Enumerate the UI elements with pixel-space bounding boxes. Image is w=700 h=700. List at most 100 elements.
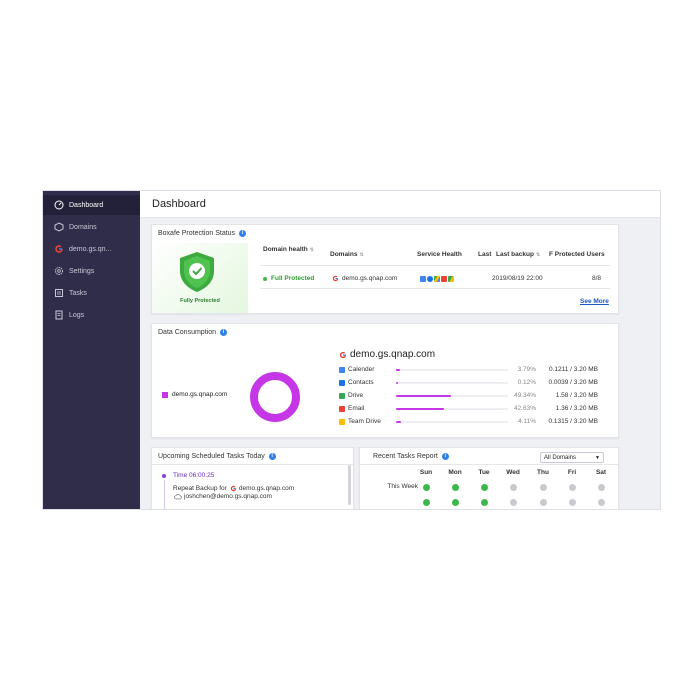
recent-tasks-card: Recent Tasks Report i All Domains ▼ Sun M…: [359, 447, 619, 509]
protection-badge-label: Fully Protected: [180, 298, 220, 304]
sidebar: Dashboard Domains demo.gs.qn... Settings…: [43, 191, 140, 509]
info-icon[interactable]: i: [239, 230, 247, 237]
status-dot-icon: [263, 276, 267, 281]
column-label: Domains: [330, 251, 358, 258]
google-icon: [332, 275, 339, 282]
no-task-icon[interactable]: [539, 484, 547, 491]
google-icon: [339, 351, 347, 358]
column-label: Domain health: [263, 246, 308, 253]
domains-icon: [53, 222, 64, 233]
sidebar-item-dashboard[interactable]: Dashboard: [43, 195, 140, 215]
no-task-icon[interactable]: [568, 484, 576, 491]
usage-percent: 49.34%: [513, 392, 536, 399]
service-name: Calender: [348, 366, 375, 373]
day-header: Sun: [419, 469, 433, 476]
success-check-icon[interactable]: [480, 484, 488, 491]
no-task-icon[interactable]: [509, 499, 517, 506]
tasks-icon: [53, 288, 64, 299]
task-prefix: Repeat Backup for: [173, 485, 227, 492]
dashboard-icon: [53, 200, 64, 211]
upcoming-tasks-card: Upcoming Scheduled Tasks Today i Time 06…: [151, 447, 354, 509]
usage-percent: 0.12%: [517, 379, 536, 386]
task-domain: demo.gs.qnap.com: [238, 485, 295, 492]
info-icon[interactable]: i: [441, 453, 449, 460]
column-service-health[interactable]: Service Health: [417, 250, 462, 259]
usage-amount: 0.0039 / 3.20 MB: [548, 379, 598, 386]
success-check-icon[interactable]: [451, 484, 459, 491]
usage-amount: 0.1211 / 3.20 MB: [548, 366, 598, 373]
sort-icon[interactable]: ⇅: [310, 247, 314, 253]
column-last[interactable]: Last: [478, 250, 491, 259]
usage-bar-track: [396, 369, 508, 371]
app-window: Dashboard Domains demo.gs.qn... Settings…: [42, 190, 661, 510]
task-description[interactable]: Repeat Backup for demo.gs.qnap.com: [173, 485, 294, 492]
no-task-icon[interactable]: [597, 484, 605, 491]
column-last-backup[interactable]: Last backup ⇅: [496, 250, 540, 260]
calendar-icon: [420, 276, 426, 282]
domain-text: demo.gs.qnap.com: [342, 275, 398, 282]
usage-amount: 0.1315 / 3.20 MB: [548, 418, 598, 425]
usage-percent: 42.63%: [513, 405, 536, 412]
day-header: Wed: [506, 469, 520, 476]
google-icon: [53, 244, 64, 255]
success-check-icon[interactable]: [480, 499, 488, 506]
column-protected-users[interactable]: F Protected Users: [549, 250, 605, 259]
sort-icon[interactable]: ⇅: [536, 252, 540, 258]
sort-icon[interactable]: ⇅: [359, 252, 363, 258]
domain-cell[interactable]: demo.gs.qnap.com: [332, 275, 397, 282]
divider: [260, 288, 610, 289]
donut-chart: [250, 372, 300, 422]
day-header: Fri: [567, 469, 577, 476]
chevron-down-icon: ▼: [595, 454, 600, 461]
column-domains[interactable]: Domains ⇅: [330, 250, 364, 260]
usage-bar-track: [396, 395, 508, 397]
sidebar-item-domains[interactable]: Domains: [43, 217, 140, 237]
sidebar-item-demo-domain[interactable]: demo.gs.qn...: [43, 239, 140, 259]
sidebar-item-logs[interactable]: Logs: [43, 305, 140, 325]
protection-badge-panel: Fully Protected: [152, 243, 248, 313]
service-name: Team Drive: [348, 418, 381, 425]
sidebar-item-label: Logs: [69, 311, 85, 319]
column-domain-health[interactable]: Domain health ⇅: [263, 245, 315, 255]
no-task-icon[interactable]: [597, 499, 605, 506]
no-task-icon[interactable]: [509, 484, 517, 491]
protection-title: Boxafe Protection Status: [158, 230, 236, 237]
divider: [360, 464, 618, 465]
timeline-dot-icon: [162, 474, 166, 478]
shield-check-icon: [180, 252, 214, 292]
info-icon[interactable]: i: [268, 453, 276, 460]
scrollbar[interactable]: [348, 465, 351, 505]
no-task-icon[interactable]: [568, 499, 576, 506]
consumption-title: Data Consumption: [158, 329, 216, 336]
status-text: Full Protected: [271, 275, 315, 282]
divider: [152, 464, 353, 465]
domain-filter-value: All Domains: [544, 454, 577, 461]
usage-bar-fill: [396, 395, 452, 397]
last-backup-value: 2019/08/19 22:00: [492, 275, 543, 282]
info-icon[interactable]: i: [219, 329, 227, 336]
calendar-icon: [339, 367, 345, 373]
card-title: Boxafe Protection Status i: [158, 230, 247, 237]
service-name: Drive: [348, 392, 364, 399]
service-name: Contacts: [348, 379, 374, 386]
sidebar-item-settings[interactable]: Settings: [43, 261, 140, 281]
team-drive-icon: [339, 419, 345, 425]
usage-bar-fill: [396, 421, 401, 423]
gmail-icon: [441, 276, 447, 282]
success-check-icon[interactable]: [422, 484, 430, 491]
success-check-icon[interactable]: [422, 499, 430, 506]
see-more-link[interactable]: See More: [580, 298, 609, 305]
domain-filter-select[interactable]: All Domains ▼: [540, 452, 604, 463]
usage-amount: 1.58 / 3.20 MB: [555, 392, 598, 399]
drive-icon: [339, 393, 345, 399]
usage-percent: 4.11%: [518, 418, 536, 425]
consumption-domain: demo.gs.qnap.com: [339, 349, 435, 360]
task-user: joshchen@demo.gs.qnap.com: [184, 493, 272, 500]
recent-title: Recent Tasks Report: [373, 453, 438, 460]
gmail-icon: [339, 406, 345, 412]
team-drive-icon: [448, 276, 454, 282]
sidebar-item-tasks[interactable]: Tasks: [43, 283, 140, 303]
contacts-icon: [339, 380, 345, 386]
success-check-icon[interactable]: [451, 499, 459, 506]
no-task-icon[interactable]: [539, 499, 547, 506]
